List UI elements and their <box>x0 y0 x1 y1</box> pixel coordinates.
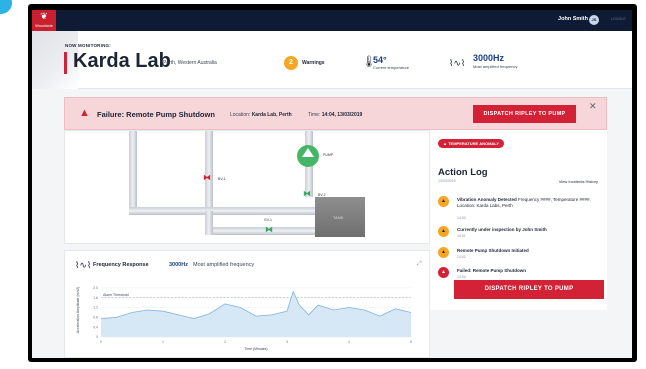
monitoring-header: NOW MONITORING: Karda Lab Perth, Western… <box>32 31 632 89</box>
waveform-icon: ⌇∿⌇ <box>75 260 92 270</box>
alert-location-prefix: Location: <box>230 112 251 118</box>
bowtie-valve-green-icon[interactable]: ⧓ <box>303 189 311 198</box>
event-time: 14:02 <box>457 255 466 259</box>
action-log-date: 13/03/2019 <box>438 179 456 183</box>
x-tick-label: 4 <box>348 340 350 344</box>
dispatch-ripley-button[interactable]: DISPATCH RIPLEY TO PUMP <box>454 280 604 299</box>
stage: ❦ Woodside John Smith JS LOGOUT NOW MONI… <box>0 0 646 369</box>
y-tick-label: 0.8 <box>93 316 98 320</box>
event-time: 14:04 <box>457 275 466 279</box>
x-tick-label: 3 <box>286 340 288 344</box>
warnings-count-badge[interactable]: 2 <box>284 56 298 70</box>
y-axis-label: Acceleration Amplitude (m/s2) <box>76 287 80 334</box>
monitoring-label: NOW MONITORING: <box>65 43 111 48</box>
pump-arrow-icon <box>302 148 314 157</box>
user-name[interactable]: John Smith <box>558 16 588 22</box>
bowtie-valve-green-icon[interactable]: ⧓ <box>265 225 273 234</box>
y-tick-label: 1.6 <box>93 296 98 300</box>
event-text: Remote Pump Shutdown Initiated <box>457 248 603 254</box>
frequency-response-panel: ⌇∿⌇ Frequency Response 3000Hz Most ampli… <box>64 250 430 358</box>
anomaly-badge-label: TEMPERATURE ANOMALY <box>448 141 500 146</box>
frequency-response-value: 3000Hz <box>169 262 188 268</box>
lab-location: Perth, Western Australia <box>163 60 217 66</box>
alert-location: Location: Karda Lab, Perth <box>230 112 292 118</box>
tank[interactable]: TANK <box>315 197 365 237</box>
event-text: Failed: Remote Pump Shutdown <box>457 268 603 274</box>
warnings-label[interactable]: Warnings <box>302 60 325 66</box>
close-icon[interactable]: ✕ <box>589 101 597 112</box>
header-decoration <box>32 31 78 89</box>
failure-alert-banner: ▲ Failure: Remote Pump Shutdown Location… <box>64 97 607 130</box>
brand-logo[interactable]: ❦ Woodside <box>32 10 56 31</box>
lab-name: Karda Lab <box>73 50 171 72</box>
frequency-label: Most amplified frequency <box>473 64 518 69</box>
alert-time: Time: 14:04, 13/03/2019 <box>308 112 362 118</box>
warning-icon: ▲ <box>438 196 449 207</box>
x-tick-label: 5 <box>410 340 412 344</box>
valve-label: GV-1 <box>264 218 272 222</box>
brand-name: Woodside <box>35 23 53 28</box>
y-tick-label: 0.4 <box>93 325 98 329</box>
event-time: 14:01 <box>457 234 466 238</box>
series-area <box>101 291 411 337</box>
x-tick-label: 2 <box>224 340 226 344</box>
expand-icon[interactable]: ⤢ <box>417 261 422 268</box>
y-tick-label: 0 <box>96 335 98 339</box>
x-tick-label: 1 <box>162 340 164 344</box>
frequency-chart: 0 0.4 0.8 1.2 1.6 2.0 0 1 2 3 4 5 Alarm Threshold Tim… <box>76 286 412 351</box>
frequency-response-subtitle: Most amplified frequency <box>193 262 255 268</box>
y-tick-label: 1.2 <box>93 306 98 310</box>
alert-location-value: Karda Lab, Perth <box>251 112 292 118</box>
pipe <box>205 131 213 211</box>
pump-label: PUMP <box>323 153 334 157</box>
x-axis-label: Time (Minutes) <box>244 347 267 351</box>
pipe <box>129 131 137 211</box>
event-text: Currently under inspection by John Smith <box>457 227 603 233</box>
app-screen: ❦ Woodside John Smith JS LOGOUT NOW MONI… <box>32 10 632 358</box>
view-incidents-history-link[interactable]: View Incidents History <box>559 179 598 184</box>
leaf-icon: ❦ <box>40 11 48 21</box>
event-time: 14:00 <box>457 216 466 220</box>
frequency-value: 3000Hz <box>473 53 505 63</box>
pipe <box>129 207 319 215</box>
temperature-value: 54° <box>373 55 387 65</box>
pipeline-diagram: PUMP ⧓ BV-1 ⧓ BV-2 ⧓ GV-1 TANK <box>64 130 430 244</box>
event-title: Remote Pump Shutdown Initiated <box>457 248 529 253</box>
warning-triangle-icon: ▲ <box>79 107 90 119</box>
alert-dispatch-button[interactable]: DISPATCH RIPLEY TO PUMP <box>473 105 576 123</box>
lab-accent-bar <box>64 52 67 74</box>
action-log-title: Action Log <box>438 167 488 178</box>
alert-title: Failure: Remote Pump Shutdown <box>97 110 215 119</box>
corner-bubble <box>0 0 12 14</box>
event-title: Failed: Remote Pump Shutdown <box>457 268 527 273</box>
alert-time-prefix: Time: <box>308 112 321 118</box>
temperature-label: Current temperature <box>373 65 410 70</box>
avatar[interactable]: JS <box>589 15 599 25</box>
temperature-anomaly-badge[interactable]: ▲ TEMPERATURE ANOMALY <box>438 139 505 148</box>
tank-label: TANK <box>333 215 344 220</box>
alert-time-value: 14:04, 13/03/2019 <box>321 112 363 118</box>
event-title: Currently under inspection by John Smith <box>457 227 547 232</box>
top-bar: ❦ Woodside John Smith JS LOGOUT <box>32 10 632 31</box>
pipe <box>205 211 213 235</box>
waveform-icon: ⌇∿⌇ <box>449 58 466 68</box>
threshold-label: Alarm Threshold <box>103 293 129 297</box>
error-icon: ▲ <box>438 267 449 278</box>
logout-link[interactable]: LOGOUT <box>611 17 626 21</box>
event-title: Vibration Anomaly Detected <box>457 197 517 202</box>
pipe <box>205 227 317 235</box>
bowtie-valve-red-icon[interactable]: ⧓ <box>203 173 211 182</box>
x-tick-label: 0 <box>100 340 102 344</box>
valve-label: BV-1 <box>218 177 226 181</box>
y-tick-label: 2.0 <box>93 286 98 290</box>
event-text: Vibration Anomaly Detected Frequency ###… <box>457 197 603 209</box>
pump[interactable] <box>297 145 319 167</box>
warning-icon: ▲ <box>438 226 449 237</box>
frequency-response-title: Frequency Response <box>93 262 149 268</box>
warning-icon: ▲ <box>438 247 449 258</box>
